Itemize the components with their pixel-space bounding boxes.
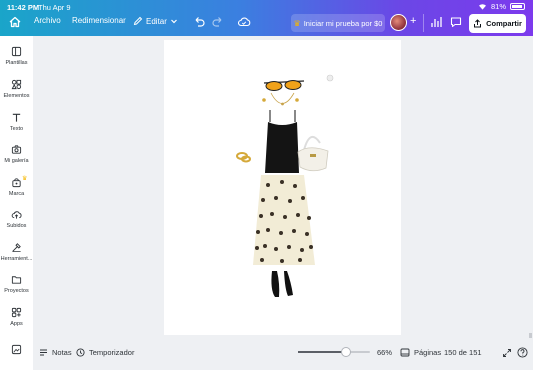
sidebar-item-plantillas[interactable]: Plantillas (0, 46, 33, 66)
notes-icon (40, 349, 47, 356)
timer-label: Temporizador (89, 348, 135, 357)
necklace-image (270, 92, 295, 104)
sidebar-item-elementos[interactable]: Elementos (0, 79, 33, 99)
wifi-icon (478, 4, 486, 10)
sidebar-item-label: Proyectos (4, 288, 29, 294)
elements-icon (11, 79, 22, 90)
pages-label: Páginas (414, 348, 442, 357)
polka-dot-skirt-image (253, 175, 315, 265)
pencil-icon (133, 16, 143, 26)
left-sidebar: Plantillas Elementos Texto Mi galería ♛ … (0, 36, 33, 370)
page-counter: 150 de 151 (444, 348, 482, 357)
timer-icon (76, 348, 85, 357)
sidebar-item-label: Texto (9, 126, 24, 132)
top-toolbar: 11:42 PM Thu Apr 9 81% Archivo Redimensi… (0, 0, 533, 36)
status-time: 11:42 PM (7, 3, 40, 12)
pages-icon (400, 348, 410, 357)
sidebar-item-texto[interactable]: Texto (0, 112, 33, 132)
sidebar-item-herramientas[interactable]: Herramient... (0, 242, 33, 262)
notes-button[interactable]: Notas (39, 348, 72, 357)
sidebar-item-apps[interactable]: Apps (0, 307, 33, 327)
scrollbar[interactable] (529, 333, 532, 338)
sidebar-item-label: Mi galería (4, 158, 29, 164)
black-tank-top-image (265, 110, 299, 173)
sunglasses-image (263, 80, 305, 91)
sidebar-item-label: Apps (10, 321, 23, 327)
toolbar-divider (423, 14, 424, 32)
ios-status-bar: 11:42 PM Thu Apr 9 81% (0, 0, 533, 14)
crown-icon: ♛ (293, 18, 301, 28)
avatar[interactable] (390, 14, 407, 31)
upload-cloud-icon (11, 211, 22, 219)
gold-earring-left-image (262, 98, 266, 102)
templates-icon (11, 46, 22, 57)
status-right: 81% (478, 2, 525, 11)
bottom-bar: Notas Temporizador 66% Páginas 150 de 15… (33, 340, 533, 370)
timer-button[interactable]: Temporizador (76, 348, 134, 357)
fullscreen-icon[interactable] (502, 348, 512, 358)
sidebar-item-marca[interactable]: ♛ Marca (0, 176, 33, 197)
sidebar-item-mi-galeria[interactable]: Mi galería (0, 144, 33, 164)
editar-label: Editar (146, 16, 167, 26)
design-canvas[interactable] (164, 40, 401, 335)
battery-percent: 81% (490, 2, 506, 11)
zoom-slider-thumb[interactable] (340, 347, 351, 357)
folder-icon (11, 276, 22, 284)
home-icon[interactable] (8, 15, 22, 29)
trial-label: Iniciar mi prueba por $0 (303, 18, 383, 28)
crown-icon: ♛ (22, 176, 28, 182)
start-trial-button[interactable]: ♛ Iniciar mi prueba por $0 (291, 14, 385, 32)
comment-icon[interactable] (449, 15, 463, 29)
sidebar-item-label: Subidos (6, 223, 27, 229)
share-button[interactable]: Compartir (469, 14, 526, 33)
help-icon[interactable] (517, 347, 528, 358)
add-collaborator-icon[interactable]: + (410, 15, 416, 27)
apps-icon (11, 307, 22, 318)
sidebar-item-subidos[interactable]: Subidos (0, 209, 33, 229)
redo-icon[interactable] (211, 15, 225, 29)
undo-icon[interactable] (192, 15, 206, 29)
gold-earring-right-image (295, 98, 299, 102)
magic-media-icon[interactable] (11, 344, 22, 355)
sidebar-item-proyectos[interactable]: Proyectos (0, 274, 33, 294)
earring-image (326, 74, 334, 82)
share-label: Compartir (486, 19, 522, 28)
tools-icon (12, 243, 21, 252)
redimensionar-button[interactable]: Redimensionar (72, 16, 126, 25)
sidebar-item-label: Plantillas (5, 60, 28, 66)
pages-button[interactable]: Páginas (400, 348, 441, 357)
text-icon (12, 113, 21, 122)
sidebar-item-label: Herramient... (0, 256, 33, 262)
white-handbag-image (297, 135, 329, 172)
cloud-sync-icon[interactable] (237, 15, 251, 29)
outfit-collage-image[interactable] (164, 40, 401, 335)
zoom-slider-fill (298, 351, 346, 353)
archivo-menu[interactable]: Archivo (34, 16, 61, 25)
black-sandals-image (271, 271, 293, 297)
gold-rings-image (236, 152, 251, 163)
battery-icon (510, 3, 525, 10)
zoom-slider[interactable] (298, 347, 370, 357)
editar-menu[interactable]: Editar (133, 16, 178, 26)
brand-icon (12, 178, 21, 188)
sidebar-item-label: Marca (8, 191, 25, 197)
chevron-down-icon (170, 19, 177, 24)
status-date: Thu Apr 9 (38, 3, 71, 12)
zoom-percentage[interactable]: 66% (377, 348, 392, 357)
notes-label: Notas (52, 348, 72, 357)
share-icon (474, 19, 482, 28)
camera-icon (11, 145, 22, 154)
sidebar-item-label: Elementos (3, 93, 30, 99)
chart-icon[interactable] (429, 15, 443, 29)
